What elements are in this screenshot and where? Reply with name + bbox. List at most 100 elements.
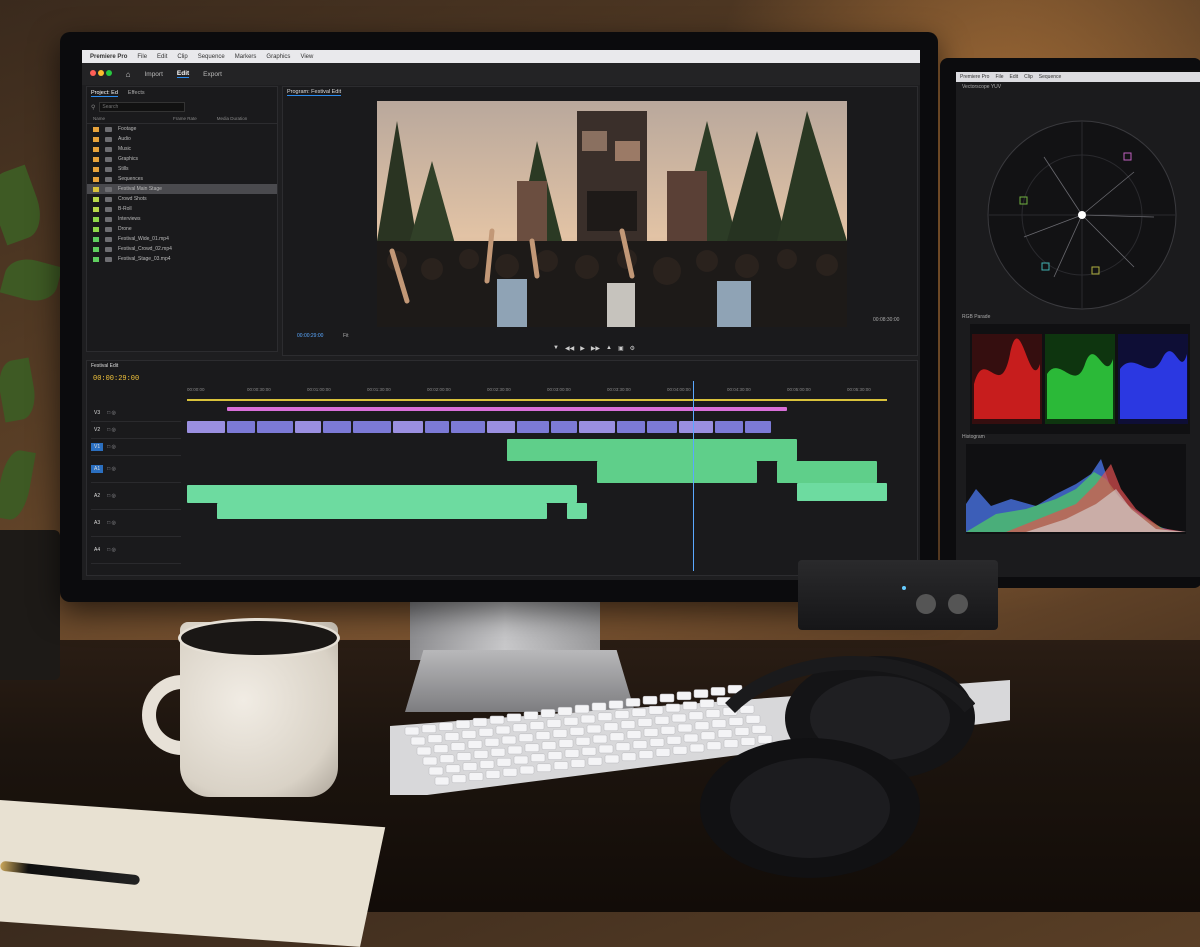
label-color-swatch[interactable] xyxy=(93,166,99,172)
project-item[interactable]: Footage xyxy=(87,124,277,134)
label-color-swatch[interactable] xyxy=(93,236,99,242)
audio-clip[interactable] xyxy=(567,503,587,519)
timeline-tab[interactable]: Festival Edit xyxy=(87,361,917,371)
project-item[interactable]: Audio xyxy=(87,134,277,144)
tab-import[interactable]: Import xyxy=(144,71,162,78)
tab-project[interactable]: Project: Ed xyxy=(91,90,118,97)
audio-clip[interactable] xyxy=(597,461,757,483)
project-item[interactable]: Festival_Wide_01.mp4 xyxy=(87,234,277,244)
tab-export[interactable]: Export xyxy=(203,71,222,78)
scopes-menu-sequence[interactable]: Sequence xyxy=(1039,74,1062,80)
tab-edit[interactable]: Edit xyxy=(176,70,190,78)
menu-app[interactable]: Premiere Pro xyxy=(90,54,127,60)
video-clip[interactable] xyxy=(745,421,771,433)
lock-icon[interactable]: □ ◎ xyxy=(107,520,116,526)
menu-file[interactable]: File xyxy=(137,54,147,60)
menu-view[interactable]: View xyxy=(300,54,313,60)
video-clip[interactable] xyxy=(393,421,423,433)
playhead[interactable] xyxy=(693,381,694,571)
track-label[interactable]: A3 xyxy=(91,519,103,527)
menu-markers[interactable]: Markers xyxy=(235,54,257,60)
video-clip[interactable] xyxy=(295,421,321,433)
video-clip[interactable] xyxy=(715,421,743,433)
project-item[interactable]: Festival_Crowd_02.mp4 xyxy=(87,244,277,254)
project-item[interactable]: B-Roll xyxy=(87,204,277,214)
program-monitor-tab[interactable]: Program: Festival Edit xyxy=(283,87,917,97)
menu-sequence[interactable]: Sequence xyxy=(198,54,225,60)
track-header[interactable]: A1 □ ◎ xyxy=(91,456,181,483)
video-clip[interactable] xyxy=(353,421,391,433)
menu-graphics[interactable]: Graphics xyxy=(266,54,290,60)
project-search-input[interactable] xyxy=(99,102,186,112)
track-header[interactable]: V3 □ ◎ xyxy=(91,405,181,422)
video-clip[interactable] xyxy=(617,421,645,433)
audio-clip[interactable] xyxy=(217,503,547,519)
label-color-swatch[interactable] xyxy=(93,226,99,232)
video-clip[interactable] xyxy=(551,421,577,433)
home-icon[interactable]: ⌂ xyxy=(126,70,131,79)
track-header[interactable]: A4 □ ◎ xyxy=(91,537,181,564)
video-clip[interactable] xyxy=(227,421,255,433)
video-clip[interactable] xyxy=(187,421,225,433)
lock-icon[interactable]: □ ◎ xyxy=(107,493,116,499)
audio-clip[interactable] xyxy=(507,439,797,461)
lock-icon[interactable]: □ ◎ xyxy=(107,410,116,416)
label-color-swatch[interactable] xyxy=(93,126,99,132)
project-item[interactable]: Drone xyxy=(87,224,277,234)
column-name[interactable]: Name xyxy=(93,116,153,121)
lock-icon[interactable]: □ ◎ xyxy=(107,547,116,553)
project-item[interactable]: Sequences xyxy=(87,174,277,184)
lock-icon[interactable]: □ ◎ xyxy=(107,466,116,472)
track-label[interactable]: V2 xyxy=(91,426,103,434)
audio-clip[interactable] xyxy=(187,485,577,503)
work-area-bar[interactable] xyxy=(187,399,887,401)
project-item[interactable]: Festival Main Stage xyxy=(87,184,277,194)
label-color-swatch[interactable] xyxy=(93,196,99,202)
video-clip[interactable] xyxy=(323,421,351,433)
scopes-menu-edit[interactable]: Edit xyxy=(1010,74,1019,80)
track-label[interactable]: V1 xyxy=(91,443,104,451)
label-color-swatch[interactable] xyxy=(93,216,99,222)
menu-clip[interactable]: Clip xyxy=(177,54,187,60)
add-marker-icon[interactable]: ▼ xyxy=(553,345,559,352)
adjustment-layer-clip[interactable] xyxy=(227,407,787,411)
audio-clip[interactable] xyxy=(777,461,877,483)
step-forward-icon[interactable]: ▶▶ xyxy=(591,345,600,352)
lift-icon[interactable]: ▲ xyxy=(606,345,612,352)
label-color-swatch[interactable] xyxy=(93,176,99,182)
project-item[interactable]: Graphics xyxy=(87,154,277,164)
video-clip[interactable] xyxy=(425,421,449,433)
settings-icon[interactable]: ⚙ xyxy=(630,345,635,352)
scopes-menu-app[interactable]: Premiere Pro xyxy=(960,74,989,80)
track-label[interactable]: A4 xyxy=(91,546,103,554)
lock-icon[interactable]: □ ◎ xyxy=(107,444,116,450)
track-header[interactable]: V2 □ ◎ xyxy=(91,422,181,439)
track-header[interactable]: A3 □ ◎ xyxy=(91,510,181,537)
video-clip[interactable] xyxy=(579,421,615,433)
project-item[interactable]: Interviews xyxy=(87,214,277,224)
label-color-swatch[interactable] xyxy=(93,256,99,262)
column-media-duration[interactable]: Media Duration xyxy=(217,116,248,121)
video-clip[interactable] xyxy=(517,421,549,433)
program-timecode[interactable]: 00:00:29:00 xyxy=(297,333,323,339)
audio-clip[interactable] xyxy=(797,483,887,501)
program-zoom-select[interactable]: Fit xyxy=(343,333,349,339)
project-item[interactable]: Stills xyxy=(87,164,277,174)
label-color-swatch[interactable] xyxy=(93,206,99,212)
column-frame-rate[interactable]: Frame Rate xyxy=(173,116,197,121)
track-header[interactable]: V1 □ ◎ xyxy=(91,439,181,456)
label-color-swatch[interactable] xyxy=(93,146,99,152)
track-label[interactable]: A2 xyxy=(91,492,103,500)
step-back-icon[interactable]: ◀◀ xyxy=(565,345,574,352)
project-item[interactable]: Crowd Shots xyxy=(87,194,277,204)
close-window-button[interactable] xyxy=(90,70,96,76)
label-color-swatch[interactable] xyxy=(93,186,99,192)
video-clip[interactable] xyxy=(679,421,713,433)
tab-effects[interactable]: Effects xyxy=(128,90,145,97)
label-color-swatch[interactable] xyxy=(93,156,99,162)
camera-icon[interactable]: ▣ xyxy=(618,345,624,352)
video-clip[interactable] xyxy=(487,421,515,433)
project-item[interactable]: Festival_Stage_03.mp4 xyxy=(87,254,277,264)
track-header[interactable]: A2 □ ◎ xyxy=(91,483,181,510)
minimize-window-button[interactable] xyxy=(97,70,104,76)
